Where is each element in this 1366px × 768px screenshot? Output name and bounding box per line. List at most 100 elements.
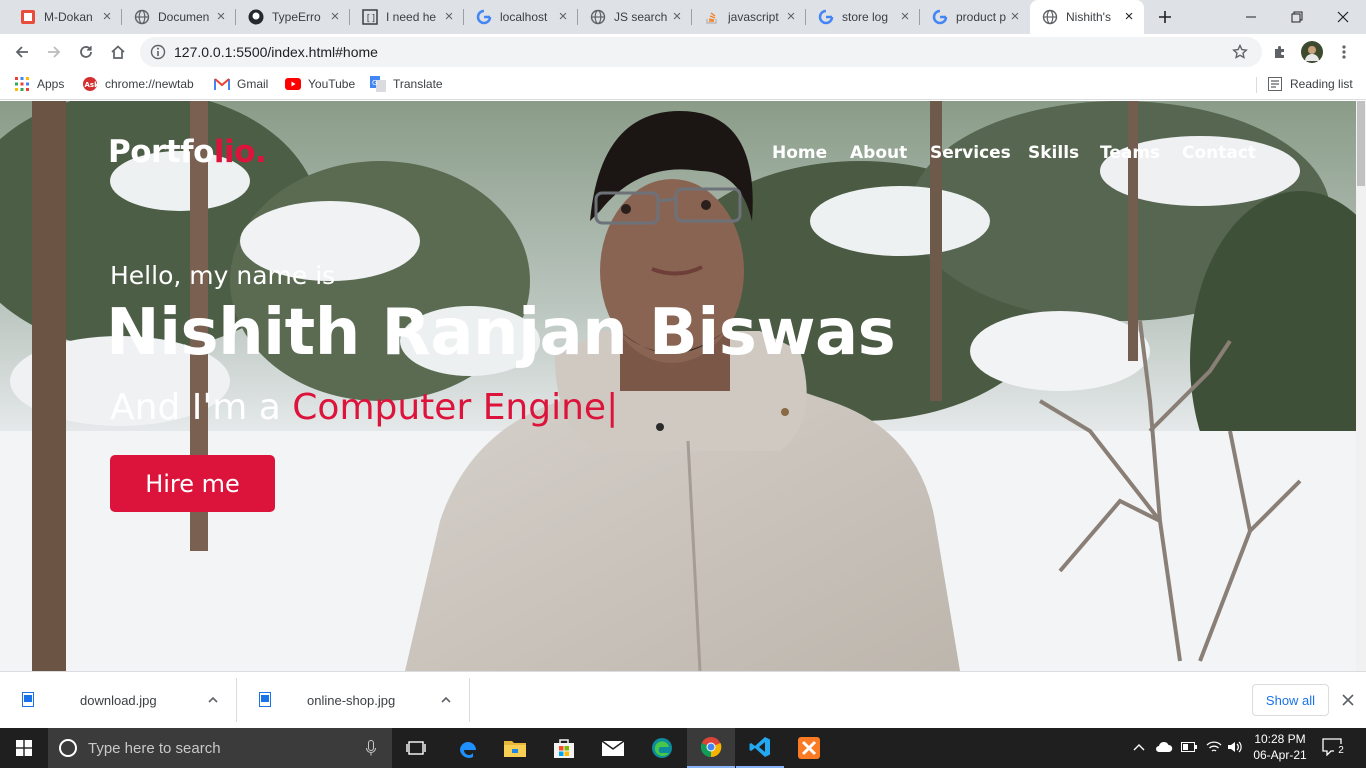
hire-me-button[interactable]: Hire me bbox=[110, 455, 275, 512]
tab-title: M-Dokan bbox=[44, 10, 93, 24]
minimize-button[interactable] bbox=[1228, 0, 1274, 34]
profile-avatar[interactable] bbox=[1298, 38, 1326, 66]
tab-5[interactable]: JS search × bbox=[578, 0, 692, 34]
scrollbar-thumb[interactable] bbox=[1357, 101, 1365, 186]
taskbar-clock[interactable]: 10:28 PM 06-Apr-21 bbox=[1250, 731, 1310, 763]
tab-strip: M-Dokan × Documen × TypeErro × [] I need… bbox=[0, 0, 1366, 34]
chevron-up-icon[interactable] bbox=[207, 694, 219, 706]
reload-icon bbox=[80, 46, 92, 58]
notification-count-badge: 2 bbox=[1334, 744, 1348, 758]
downloads-shelf: download.jpg online-shop.jpg Show all bbox=[0, 671, 1366, 728]
clock-date: 06-Apr-21 bbox=[1253, 748, 1307, 762]
close-tab-icon[interactable]: × bbox=[1008, 9, 1022, 24]
bracket-icon: [] bbox=[362, 9, 378, 25]
tab-1[interactable]: Documen × bbox=[122, 0, 236, 34]
bookmark-apps[interactable]: Apps bbox=[14, 76, 64, 92]
close-tab-icon[interactable]: × bbox=[100, 9, 114, 24]
restore-button[interactable] bbox=[1274, 0, 1320, 34]
battery-icon[interactable] bbox=[1181, 742, 1197, 752]
close-tab-icon[interactable]: × bbox=[556, 9, 570, 24]
nav-teams[interactable]: Teams bbox=[1100, 143, 1160, 163]
taskbar-vscode[interactable] bbox=[736, 728, 784, 768]
tab-2[interactable]: TypeErro × bbox=[236, 0, 350, 34]
taskbar-xampp[interactable] bbox=[785, 728, 833, 768]
chrome-icon bbox=[700, 737, 722, 758]
globe-icon bbox=[1042, 9, 1058, 25]
globe-icon bbox=[134, 9, 150, 25]
apps-grid-icon bbox=[14, 76, 30, 92]
bookmark-label: YouTube bbox=[308, 77, 356, 91]
extensions-button[interactable] bbox=[1266, 38, 1294, 66]
download-item[interactable]: online-shop.jpg bbox=[237, 672, 470, 728]
plus-icon bbox=[1159, 11, 1171, 23]
close-tab-icon[interactable]: × bbox=[442, 9, 456, 24]
taskbar-store[interactable] bbox=[540, 728, 588, 768]
bookmark-newtab[interactable]: Ask chrome://newtab bbox=[82, 76, 194, 92]
close-tab-icon[interactable]: × bbox=[328, 9, 342, 24]
home-button[interactable] bbox=[104, 38, 132, 66]
tab-0[interactable]: M-Dokan × bbox=[8, 0, 122, 34]
microphone-icon[interactable] bbox=[366, 740, 376, 756]
task-view-button[interactable] bbox=[392, 728, 440, 768]
nav-contact[interactable]: Contact bbox=[1182, 143, 1256, 163]
youtube-icon bbox=[285, 76, 301, 92]
browser-menu-button[interactable] bbox=[1330, 38, 1358, 66]
tab-7[interactable]: store log × bbox=[806, 0, 920, 34]
taskbar-file-explorer[interactable] bbox=[491, 728, 539, 768]
bookmark-label: Apps bbox=[37, 77, 65, 91]
nav-services[interactable]: Services bbox=[930, 143, 1011, 163]
close-tab-icon[interactable]: × bbox=[214, 9, 228, 24]
site-logo[interactable]: Portfolio. bbox=[108, 134, 267, 170]
bookmark-gmail[interactable]: Gmail bbox=[214, 76, 268, 92]
tab-3[interactable]: [] I need he × bbox=[350, 0, 464, 34]
close-tab-icon[interactable]: × bbox=[898, 9, 912, 24]
reload-button[interactable] bbox=[72, 38, 100, 66]
onedrive-cloud-icon[interactable] bbox=[1155, 741, 1173, 753]
nav-about[interactable]: About bbox=[850, 143, 907, 163]
new-tab-button[interactable] bbox=[1150, 0, 1180, 34]
bookmark-translate[interactable]: G Translate bbox=[370, 76, 443, 92]
chevron-up-icon[interactable] bbox=[1133, 742, 1145, 752]
taskbar-edge-legacy[interactable] bbox=[443, 728, 491, 768]
download-filename: online-shop.jpg bbox=[307, 693, 396, 708]
xampp-icon bbox=[798, 737, 820, 759]
start-button[interactable] bbox=[0, 728, 48, 768]
forward-button[interactable] bbox=[40, 38, 68, 66]
star-icon[interactable] bbox=[1232, 44, 1248, 60]
taskbar-search-box[interactable]: Type here to search bbox=[48, 728, 392, 768]
back-button[interactable] bbox=[8, 38, 36, 66]
reading-list-label: Reading list bbox=[1290, 77, 1353, 91]
page-scrollbar[interactable] bbox=[1356, 101, 1366, 671]
download-item[interactable]: download.jpg bbox=[0, 672, 237, 728]
nav-skills[interactable]: Skills bbox=[1028, 143, 1079, 163]
tab-title: Documen bbox=[158, 10, 210, 24]
nav-home[interactable]: Home bbox=[772, 143, 827, 163]
close-tab-icon[interactable]: × bbox=[670, 9, 684, 24]
hero-name: Nishith Ranjan Biswas bbox=[106, 296, 896, 370]
tab-6[interactable]: javascript × bbox=[692, 0, 806, 34]
windows-logo-icon bbox=[16, 740, 32, 756]
tab-4[interactable]: localhost × bbox=[464, 0, 578, 34]
taskbar-chrome[interactable] bbox=[687, 728, 735, 768]
close-tab-icon[interactable]: × bbox=[784, 9, 798, 24]
restore-icon bbox=[1291, 11, 1303, 23]
taskbar-edge[interactable] bbox=[638, 728, 686, 768]
close-window-button[interactable] bbox=[1320, 0, 1366, 34]
close-tab-icon[interactable]: × bbox=[1122, 9, 1136, 24]
bookmark-youtube[interactable]: YouTube bbox=[285, 76, 355, 92]
close-icon[interactable] bbox=[1340, 692, 1356, 708]
arrow-right-icon bbox=[48, 46, 61, 58]
download-filename: download.jpg bbox=[80, 693, 157, 708]
volume-icon[interactable] bbox=[1227, 740, 1243, 754]
show-all-downloads-button[interactable]: Show all bbox=[1252, 684, 1329, 716]
reading-list-button[interactable]: Reading list bbox=[1267, 76, 1353, 92]
address-bar[interactable]: 127.0.0.1:5500/index.html#home bbox=[140, 37, 1262, 67]
notification-center-button[interactable]: 2 bbox=[1322, 736, 1348, 760]
taskbar-mail[interactable] bbox=[589, 728, 637, 768]
tab-8[interactable]: product p × bbox=[920, 0, 1030, 34]
hero-background-image bbox=[0, 101, 1366, 671]
wifi-icon[interactable] bbox=[1206, 740, 1222, 754]
chevron-up-icon[interactable] bbox=[440, 694, 452, 706]
hero-greeting: Hello, my name is bbox=[110, 261, 336, 290]
tab-9-active[interactable]: Nishith's × bbox=[1030, 0, 1144, 34]
